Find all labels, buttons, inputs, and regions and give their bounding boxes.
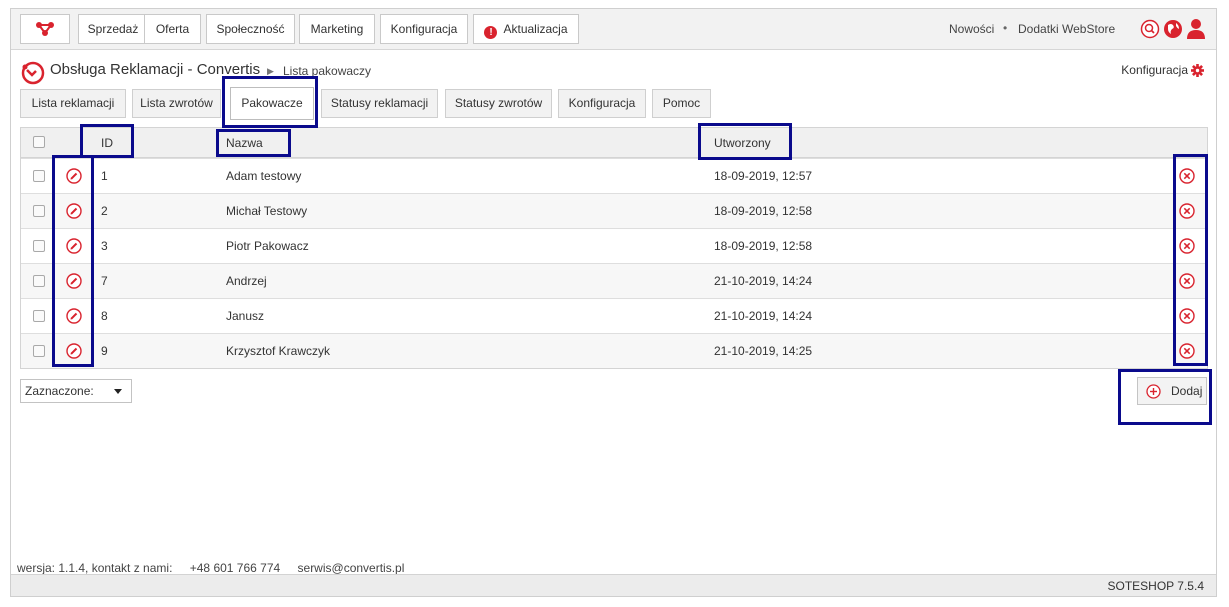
table-row: 7 Andrzej 21-10-2019, 14:24 <box>21 263 1207 298</box>
configuration-link[interactable]: Konfiguracja <box>1121 63 1204 77</box>
tab-statusy-reklamacji[interactable]: Statusy reklamacji <box>321 89 438 118</box>
tab-konfiguracja[interactable]: Konfiguracja <box>558 89 646 118</box>
delete-icon[interactable] <box>1179 168 1195 184</box>
version-info: wersja: 1.1.4, kontakt z nami: <box>17 561 173 575</box>
nav-konfiguracja[interactable]: Konfiguracja <box>380 14 468 44</box>
select-all-checkbox[interactable] <box>33 136 45 148</box>
user-icon[interactable] <box>1186 18 1206 40</box>
edit-pencil-icon[interactable] <box>66 203 82 219</box>
row-checkbox[interactable] <box>33 275 45 287</box>
row-id: 2 <box>101 204 108 218</box>
breadcrumb: Lista pakowaczy <box>283 64 372 78</box>
plus-circle-icon <box>1146 384 1161 399</box>
row-created: 18-09-2019, 12:58 <box>714 239 813 253</box>
add-packer-button[interactable]: Dodaj <box>1137 377 1207 405</box>
nav-spolecznosc[interactable]: Społeczność <box>206 14 295 44</box>
globe-icon[interactable] <box>1163 19 1183 39</box>
row-created: 21-10-2019, 14:24 <box>714 309 813 323</box>
row-name: Adam testowy <box>226 169 302 183</box>
table-row: 3 Piotr Pakowacz 18-09-2019, 12:58 <box>21 228 1207 263</box>
footer-contact-info: wersja: 1.1.4, kontakt z nami: +48 601 7… <box>17 561 418 575</box>
configuration-link-label: Konfiguracja <box>1121 63 1188 77</box>
nav-aktualizacja-label: Aktualizacja <box>503 22 568 36</box>
row-name: Krzysztof Krawczyk <box>226 344 331 358</box>
column-header-id[interactable]: ID <box>101 136 113 150</box>
contact-phone: +48 601 766 774 <box>189 561 281 575</box>
row-id: 1 <box>101 169 108 183</box>
convertis-logo-icon <box>21 61 45 85</box>
row-checkbox[interactable] <box>33 170 45 182</box>
edit-pencil-icon[interactable] <box>66 308 82 324</box>
edit-pencil-icon[interactable] <box>66 273 82 289</box>
contact-email[interactable]: serwis@convertis.pl <box>298 561 405 575</box>
delete-icon[interactable] <box>1179 308 1195 324</box>
breadcrumb-arrow-icon: ▶ <box>267 66 274 76</box>
home-logo-button[interactable] <box>20 14 70 44</box>
row-id: 9 <box>101 344 108 358</box>
chevron-down-icon <box>114 389 122 394</box>
row-id: 3 <box>101 239 108 253</box>
row-name: Janusz <box>226 309 265 323</box>
table-row: 2 Michał Testowy 18-09-2019, 12:58 <box>21 193 1207 228</box>
shop-version: SOTESHOP 7.5.4 <box>1107 579 1205 593</box>
share-nodes-icon <box>36 22 54 36</box>
row-id: 8 <box>101 309 108 323</box>
column-header-created[interactable]: Utworzony <box>714 136 771 150</box>
edit-pencil-icon[interactable] <box>66 238 82 254</box>
row-checkbox[interactable] <box>33 240 45 252</box>
row-created: 21-10-2019, 14:24 <box>714 274 813 288</box>
tab-pomoc[interactable]: Pomoc <box>652 89 711 118</box>
bulk-action-label: Zaznaczone: <box>25 384 94 398</box>
row-created: 18-09-2019, 12:57 <box>714 169 813 183</box>
add-button-label: Dodaj <box>1171 384 1203 398</box>
delete-icon[interactable] <box>1179 203 1195 219</box>
footer-bar: SOTESHOP 7.5.4 <box>11 574 1216 596</box>
bulk-action-select[interactable]: Zaznaczone: <box>20 379 132 403</box>
edit-pencil-icon[interactable] <box>66 168 82 184</box>
delete-icon[interactable] <box>1179 238 1195 254</box>
column-header-name[interactable]: Nazwa <box>226 136 263 150</box>
tab-statusy-zwrotow[interactable]: Statusy zwrotów <box>445 89 552 118</box>
alert-icon: ! <box>484 26 498 39</box>
nav-sprzedaz[interactable]: Sprzedaż <box>78 14 148 44</box>
row-name: Piotr Pakowacz <box>226 239 309 253</box>
tab-lista-reklamacji[interactable]: Lista reklamacji <box>20 89 126 118</box>
webstore-link[interactable]: Dodatki WebStore <box>1018 22 1115 36</box>
tab-pakowacze[interactable]: Pakowacze <box>230 87 314 120</box>
row-checkbox[interactable] <box>33 205 45 217</box>
delete-icon[interactable] <box>1179 343 1195 359</box>
top-navigation-bar: Sprzedaż Oferta Społeczność Marketing Ko… <box>11 9 1216 50</box>
row-name: Michał Testowy <box>226 204 308 218</box>
nav-aktualizacja[interactable]: ! Aktualizacja <box>473 14 579 44</box>
delete-icon[interactable] <box>1179 273 1195 289</box>
row-created: 21-10-2019, 14:25 <box>714 344 813 358</box>
table-row: 9 Krzysztof Krawczyk 21-10-2019, 14:25 <box>21 333 1207 368</box>
news-link[interactable]: Nowości <box>949 22 994 36</box>
nav-marketing[interactable]: Marketing <box>299 14 375 44</box>
table-row: 1 Adam testowy 18-09-2019, 12:57 <box>21 158 1207 193</box>
packers-table: ID Nazwa Utworzony 1 Adam testowy 18-09-… <box>20 127 1208 369</box>
table-header-row: ID Nazwa Utworzony <box>21 128 1207 158</box>
row-checkbox[interactable] <box>33 345 45 357</box>
row-checkbox[interactable] <box>33 310 45 322</box>
app-frame: Sprzedaż Oferta Społeczność Marketing Ko… <box>10 8 1217 597</box>
tab-lista-zwrotow[interactable]: Lista zwrotów <box>132 89 221 118</box>
nav-oferta[interactable]: Oferta <box>144 14 201 44</box>
separator-bullet: • <box>1003 21 1008 35</box>
page-title: Obsługa Reklamacji - Convertis <box>50 61 261 78</box>
edit-pencil-icon[interactable] <box>66 343 82 359</box>
row-name: Andrzej <box>226 274 267 288</box>
search-icon[interactable] <box>1140 19 1160 39</box>
row-created: 18-09-2019, 12:58 <box>714 204 813 218</box>
row-id: 7 <box>101 274 108 288</box>
table-row: 8 Janusz 21-10-2019, 14:24 <box>21 298 1207 333</box>
gear-icon <box>1191 64 1204 77</box>
